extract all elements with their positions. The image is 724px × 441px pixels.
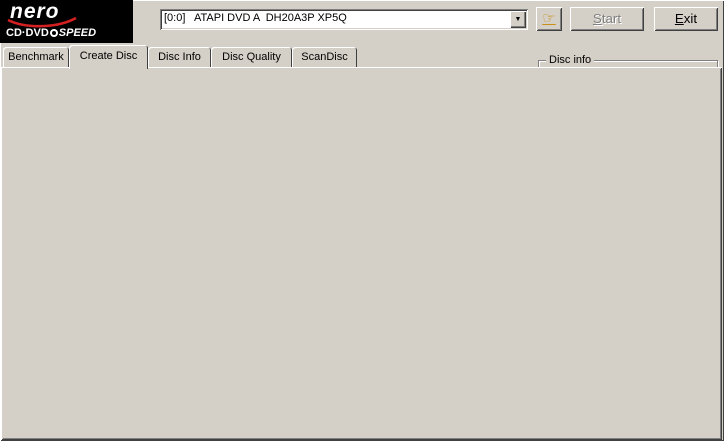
nero-logo: nero CD·DVDSPEED — [0, 0, 133, 43]
disc-info-legend: Disc info — [546, 54, 594, 67]
hand-options-button[interactable]: ☞ — [536, 7, 562, 31]
create-disc-panel — [1, 67, 722, 440]
start-button[interactable]: Start — [570, 7, 644, 31]
tab-scandisc[interactable]: ScanDisc — [292, 47, 357, 68]
tab-create-disc[interactable]: Create Disc — [69, 45, 148, 69]
nero-cd-dvd-speed-window: nero CD·DVDSPEED [0:0] ATAPI DVD A DH20A… — [0, 0, 724, 441]
device-select[interactable]: [0:0] ATAPI DVD A DH20A3P XP5Q ▼ — [160, 9, 528, 30]
nero-tagline: CD·DVDSPEED — [6, 27, 96, 39]
device-select-value: [0:0] ATAPI DVD A DH20A3P XP5Q — [164, 12, 347, 24]
tab-benchmark[interactable]: Benchmark — [3, 47, 69, 68]
dropdown-arrow-icon[interactable]: ▼ — [510, 11, 526, 28]
tab-disc-quality[interactable]: Disc Quality — [211, 47, 292, 68]
hand-icon: ☞ — [536, 8, 562, 30]
tab-disc-info[interactable]: Disc Info — [148, 47, 211, 68]
disc-icon — [50, 29, 58, 37]
exit-button[interactable]: Exit — [654, 7, 718, 31]
